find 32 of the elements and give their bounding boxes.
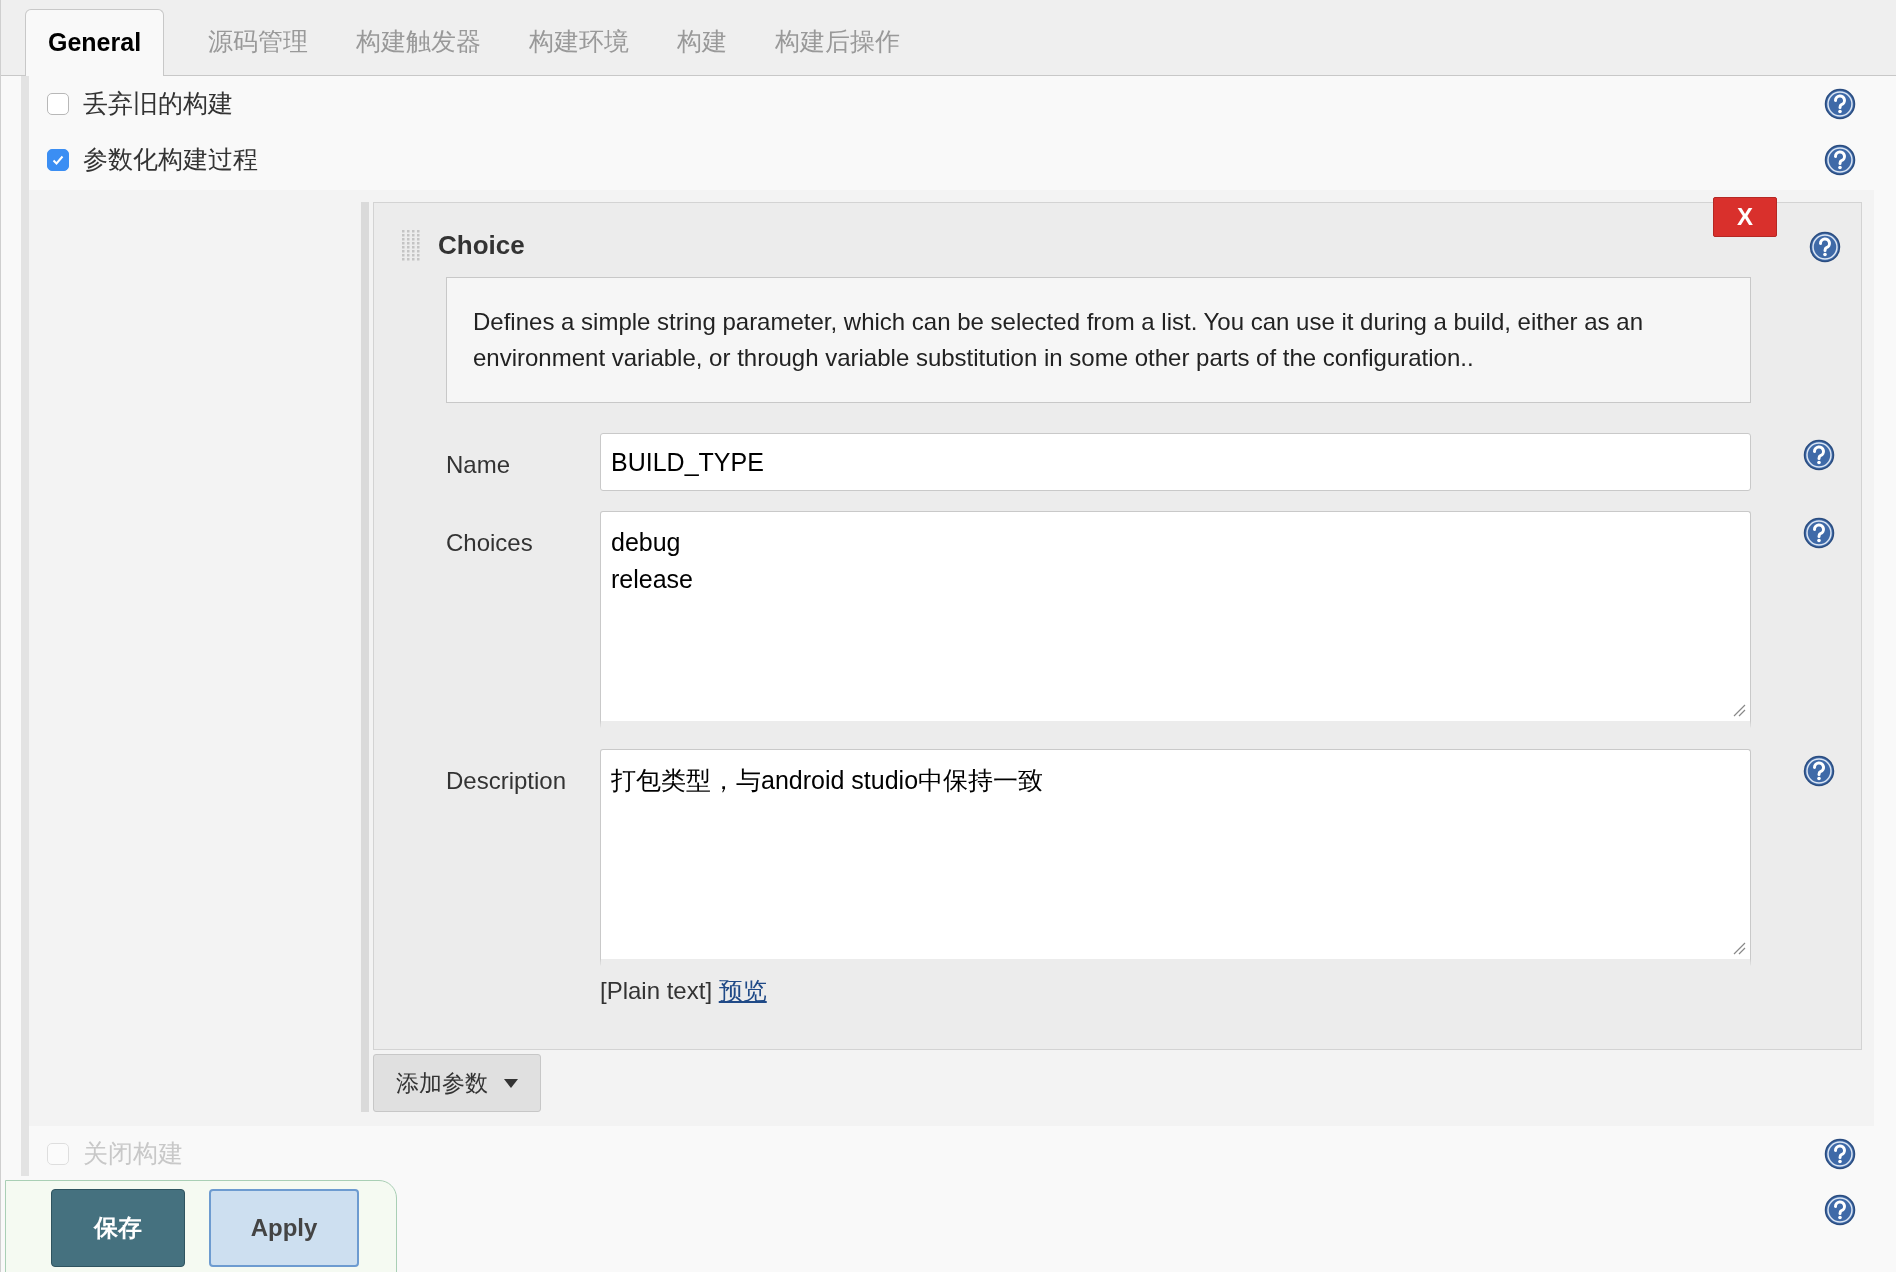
field-label: Description bbox=[446, 766, 568, 796]
add-parameter-button[interactable]: 添加参数 bbox=[373, 1054, 541, 1112]
save-button[interactable]: 保存 bbox=[51, 1189, 185, 1267]
tab[interactable]: General bbox=[25, 9, 165, 76]
help-icon[interactable] bbox=[1803, 755, 1835, 787]
option-label: 参数化构建过程 bbox=[83, 144, 258, 176]
help-icon[interactable] bbox=[1824, 1138, 1856, 1170]
resize-grip-icon[interactable] bbox=[1732, 703, 1746, 717]
help-icon[interactable] bbox=[1824, 88, 1856, 120]
field-label: Choices bbox=[446, 528, 534, 558]
help-icon[interactable] bbox=[1824, 1194, 1856, 1226]
help-icon[interactable] bbox=[1809, 231, 1841, 263]
help-icon[interactable] bbox=[1803, 439, 1835, 471]
field-label: Name bbox=[446, 450, 512, 480]
caret-icon bbox=[504, 1078, 518, 1088]
parameter-title: Choice bbox=[438, 228, 525, 262]
text-area[interactable]: 打包类型，与android studio中保持一致 bbox=[600, 749, 1751, 967]
checkbox[interactable] bbox=[47, 149, 69, 171]
drag-handle-icon[interactable] bbox=[400, 228, 422, 262]
help-icon[interactable] bbox=[1803, 517, 1835, 549]
delete-button[interactable]: X bbox=[1713, 197, 1777, 237]
checkbox[interactable] bbox=[47, 93, 69, 115]
option-label: 丢弃旧的构建 bbox=[83, 88, 233, 120]
checkmark-icon bbox=[51, 153, 65, 167]
text-area[interactable]: debug release bbox=[600, 511, 1751, 729]
preview-link[interactable]: 预览 bbox=[718, 977, 767, 1004]
help-icon[interactable] bbox=[1824, 144, 1856, 176]
format-note: [Plain text] bbox=[600, 977, 713, 1004]
resize-grip-icon[interactable] bbox=[1732, 941, 1746, 955]
parameter-description: Defines a simple string parameter, which can be selected from a list. You can use it during a build, either as an environment variable, or through variable substitution in some other parts of the configuration.. bbox=[446, 277, 1751, 403]
apply-button[interactable]: Apply bbox=[209, 1189, 359, 1267]
name-input-field[interactable]: BUILD_TYPE bbox=[600, 433, 1751, 491]
